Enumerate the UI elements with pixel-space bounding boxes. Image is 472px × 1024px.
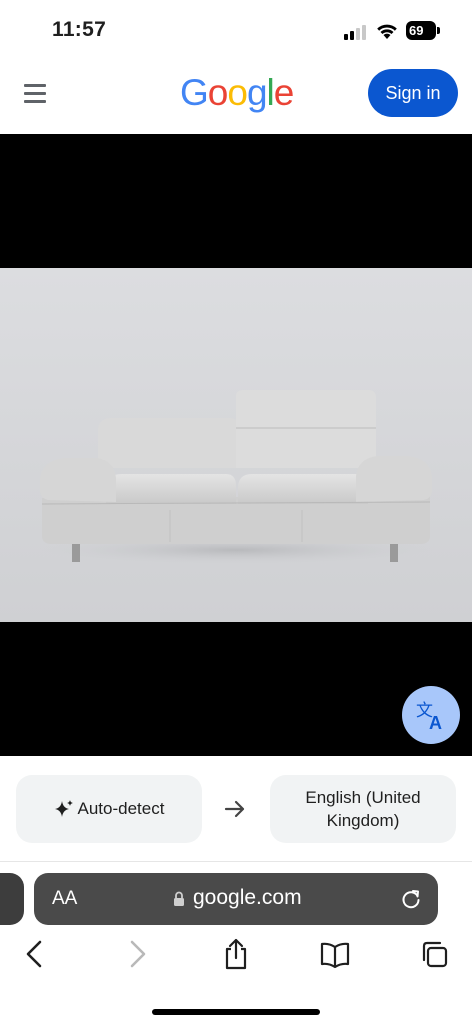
translate-language-bar: Auto-detect English (United Kingdom) (0, 756, 472, 862)
reload-icon[interactable] (400, 888, 422, 910)
logo-letter: o (227, 72, 248, 113)
hamburger-menu-icon[interactable] (24, 84, 48, 104)
forward-icon[interactable] (122, 938, 152, 970)
sparkle-icon (54, 800, 73, 817)
arrow-right-icon[interactable] (224, 799, 246, 819)
lock-icon (174, 891, 184, 906)
target-language-button[interactable]: English (United Kingdom) (270, 775, 456, 843)
url-text: google.com (193, 886, 302, 909)
battery-icon: 69 (406, 21, 436, 40)
home-indicator (152, 1009, 320, 1015)
source-language-label: Auto-detect (77, 799, 165, 818)
translate-icon: 文 A (416, 701, 442, 733)
status-bar: 11:57 69 (0, 0, 472, 60)
sign-in-button[interactable]: Sign in (368, 69, 458, 117)
sofa-image (0, 268, 472, 622)
google-logo[interactable]: Google (180, 72, 295, 114)
logo-letter: G (180, 72, 209, 113)
image-viewer[interactable]: 文 A (0, 134, 472, 756)
source-language-button[interactable]: Auto-detect (16, 775, 202, 843)
signal-icon (344, 24, 370, 40)
browser-bottom-bar: AA google.com (0, 862, 472, 1024)
svg-text:A: A (429, 713, 442, 733)
previous-tab-peek[interactable] (0, 873, 24, 925)
translate-fab[interactable]: 文 A (402, 686, 460, 744)
reader-aa-button[interactable]: AA (52, 888, 77, 910)
back-icon[interactable] (20, 938, 50, 970)
target-language-label: English (United Kingdom) (305, 788, 421, 830)
battery-level: 69 (409, 23, 424, 38)
bookmarks-icon[interactable] (320, 938, 350, 970)
logo-letter: g (246, 72, 268, 113)
google-header: Google Sign in (0, 60, 472, 134)
logo-letter: e (273, 72, 295, 113)
wifi-icon (377, 24, 397, 39)
logo-letter: l (266, 72, 275, 113)
tabs-icon[interactable] (420, 938, 450, 970)
share-icon[interactable] (221, 938, 251, 970)
status-time: 11:57 (52, 18, 107, 41)
logo-letter: o (207, 72, 229, 113)
battery-tip (437, 27, 440, 34)
address-bar[interactable]: AA google.com (34, 873, 438, 925)
